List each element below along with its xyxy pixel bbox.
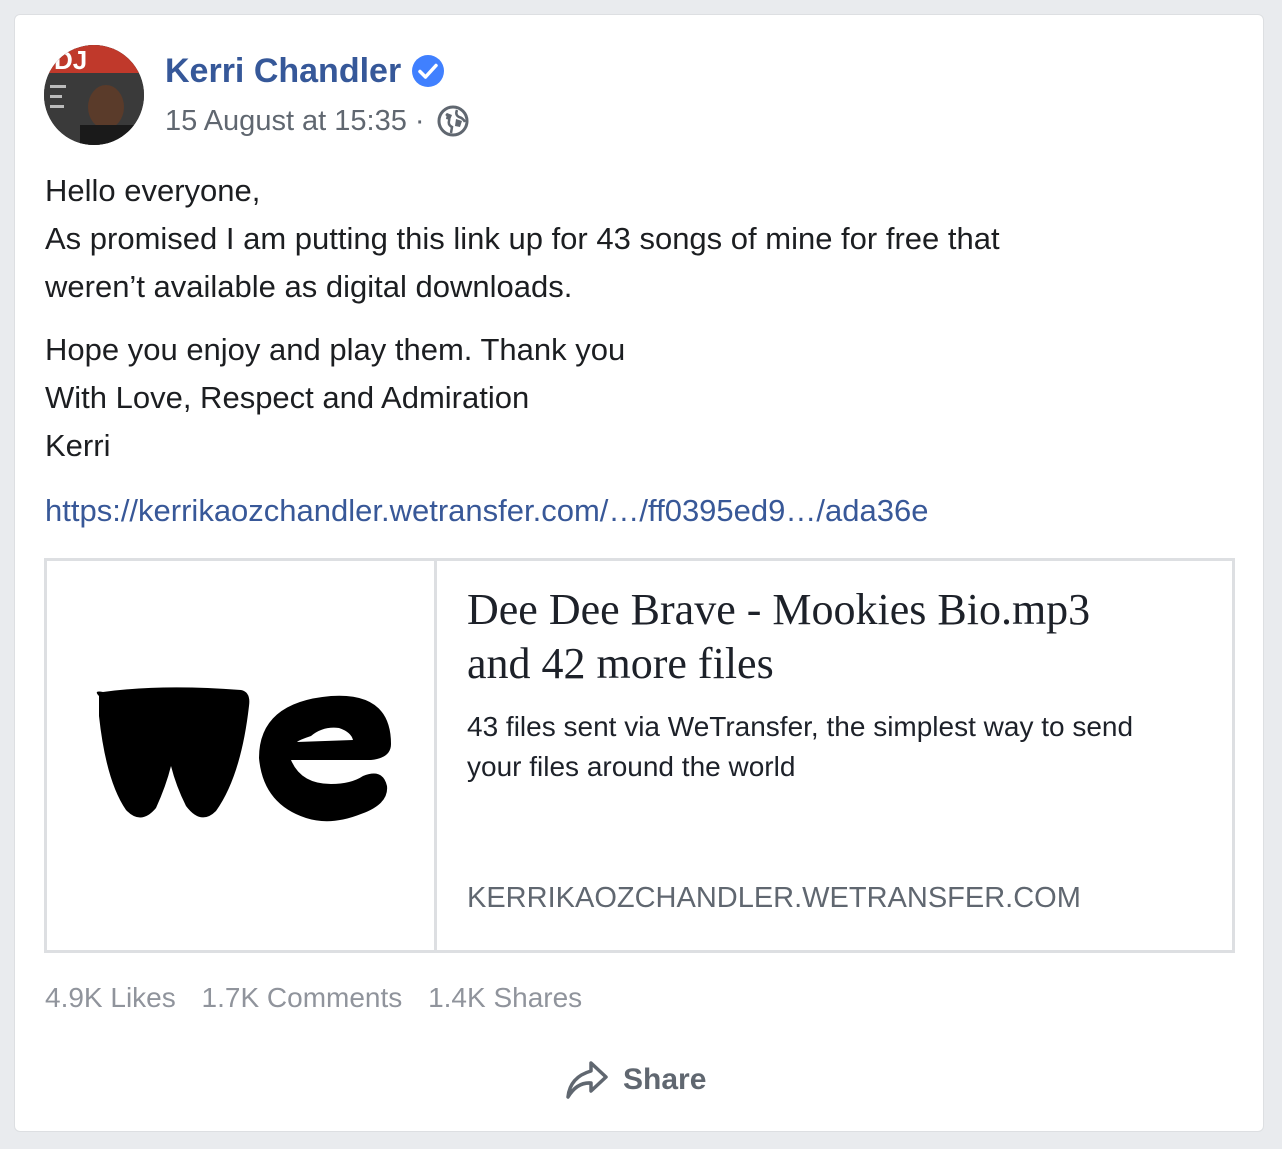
shares-count[interactable]: 1.4K Shares <box>428 982 582 1013</box>
comments-count[interactable]: 1.7K Comments <box>202 982 403 1013</box>
verified-badge-icon <box>411 54 445 88</box>
author-name-row: Kerri Chandler <box>165 51 445 91</box>
post-timestamp[interactable]: 15 August at 15:35 <box>165 103 407 139</box>
post-body: Hello everyone, As promised I am putting… <box>45 167 1225 485</box>
globe-icon[interactable] <box>437 105 469 137</box>
post-line: Hope you enjoy and play them. Thank you <box>45 332 626 367</box>
link-preview-desc-line: your files around the world <box>467 751 796 782</box>
link-preview-title-line: and 42 more files <box>467 639 774 688</box>
wetransfer-logo <box>47 561 437 950</box>
post-link[interactable]: https://kerrikaozchandler.wetransfer.com… <box>45 487 928 535</box>
post-paragraph: Hello everyone, As promised I am putting… <box>45 167 1225 311</box>
post-line: As promised I am putting this link up fo… <box>45 221 1000 256</box>
engagement-stats: 4.9K Likes 1.7K Comments 1.4K Shares <box>45 980 600 1016</box>
share-button-label: Share <box>623 1063 707 1096</box>
link-preview-description: 43 files sent via WeTransfer, the simple… <box>467 707 1207 787</box>
meta-separator: · <box>414 105 425 137</box>
author-name[interactable]: Kerri Chandler <box>165 51 401 91</box>
post-line: weren’t available as digital downloads. <box>45 269 573 304</box>
post-line: With Love, Respect and Admiration <box>45 380 530 415</box>
avatar[interactable]: DJ <box>44 45 144 145</box>
post-card: DJ Kerri Chandler 15 August at 15:35 · H… <box>14 14 1264 1132</box>
link-preview-title[interactable]: Dee Dee Brave - Mookies Bio.mp3 and 42 m… <box>467 583 1207 691</box>
avatar-photo: DJ <box>44 45 144 145</box>
svg-text:DJ: DJ <box>54 45 87 75</box>
link-preview-body: Dee Dee Brave - Mookies Bio.mp3 and 42 m… <box>437 561 1232 950</box>
post-line: Hello everyone, <box>45 173 261 208</box>
post-paragraph: Hope you enjoy and play them. Thank you … <box>45 326 1225 470</box>
share-button[interactable]: Share <box>563 1057 706 1103</box>
link-preview-domain: KERRIKAOZCHANDLER.WETRANSFER.COM <box>467 882 1081 914</box>
link-preview-title-line: Dee Dee Brave - Mookies Bio.mp3 <box>467 585 1091 634</box>
post-line: Kerri <box>45 428 111 463</box>
link-preview-card[interactable]: Dee Dee Brave - Mookies Bio.mp3 and 42 m… <box>44 558 1235 953</box>
share-arrow-icon <box>563 1057 609 1103</box>
post-meta: 15 August at 15:35 · <box>165 103 469 139</box>
likes-count[interactable]: 4.9K Likes <box>45 982 176 1013</box>
link-preview-desc-line: 43 files sent via WeTransfer, the simple… <box>467 711 1134 742</box>
